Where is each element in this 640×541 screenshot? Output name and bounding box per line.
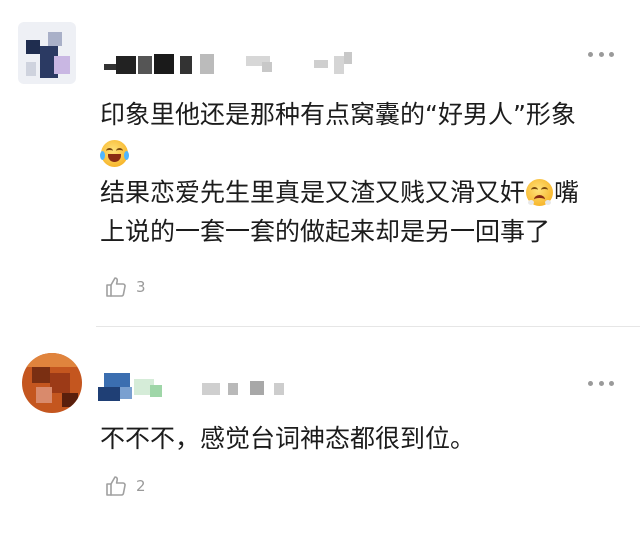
comment-item: 不不不，感觉台词神态都很到位。 2: [0, 330, 640, 541]
more-options-icon[interactable]: [588, 381, 614, 387]
more-options-icon[interactable]: [588, 52, 614, 58]
like-count: 3: [136, 278, 146, 296]
avatar[interactable]: [22, 353, 82, 413]
divider: [96, 326, 640, 327]
tears-of-joy-emoji: [100, 140, 129, 167]
like-button[interactable]: 3: [104, 275, 146, 299]
steam-from-nose-emoji: [526, 179, 554, 206]
thumbs-up-icon: [106, 277, 126, 297]
comment-item: 印象里他还是那种有点窝囊的“好男人”形象 结果恋爱先生里真是又渣又贱又滑又奸嘴 …: [0, 0, 640, 330]
comment-text: 印象里他还是那种有点窝囊的“好男人”形象 结果恋爱先生里真是又渣又贱又滑又奸嘴 …: [100, 100, 580, 246]
avatar[interactable]: [18, 22, 76, 84]
like-count: 2: [136, 477, 146, 495]
thumbs-up-icon: [106, 476, 126, 496]
like-button[interactable]: 2: [104, 474, 146, 498]
comment-text: 不不不，感觉台词神态都很到位。: [100, 424, 476, 453]
